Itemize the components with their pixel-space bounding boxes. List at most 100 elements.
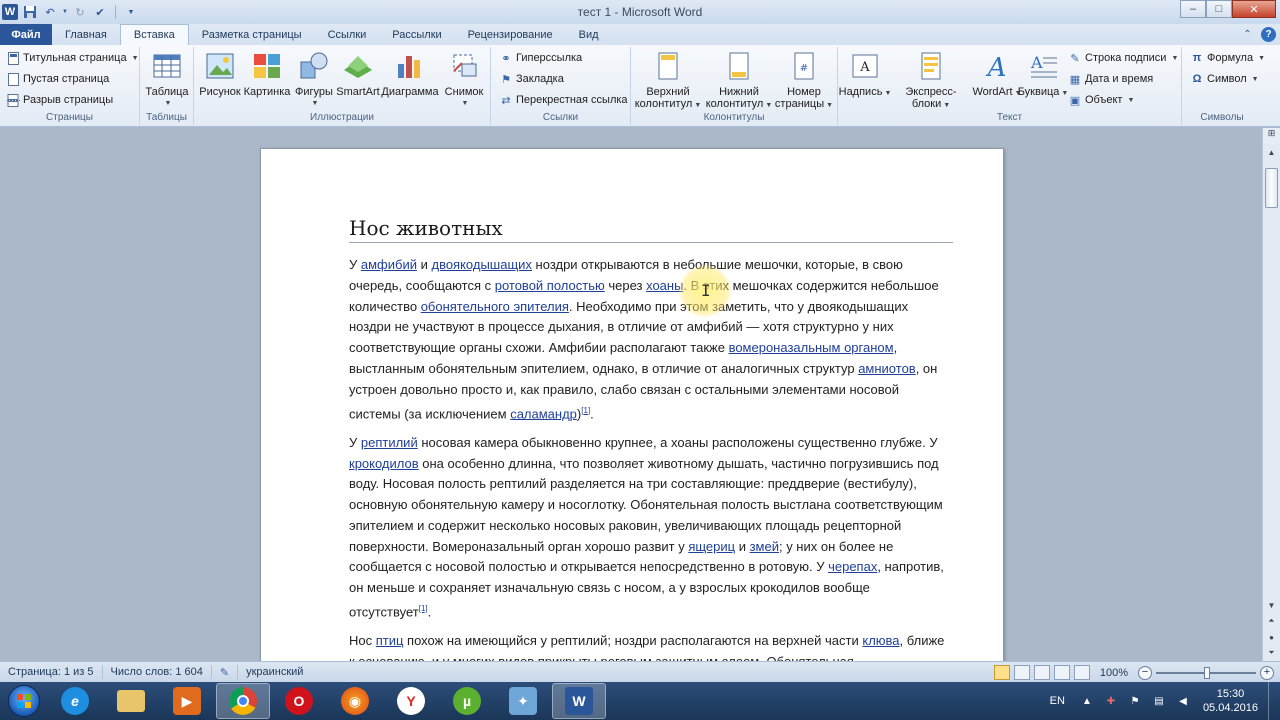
signature-line-button[interactable]: ✎ Строка подписи ▼ bbox=[1068, 49, 1178, 67]
hyperlink[interactable]: змей bbox=[750, 539, 779, 554]
blank-page-button[interactable]: Пустая страница bbox=[6, 70, 109, 88]
vertical-scrollbar[interactable]: ▲ ▼ ⏶ ● ⏷ bbox=[1262, 144, 1280, 661]
print-layout-view-icon[interactable] bbox=[993, 665, 1010, 680]
object-button[interactable]: ▣ Объект ▼ bbox=[1068, 91, 1135, 109]
help-icon[interactable]: ? bbox=[1261, 27, 1276, 42]
maximize-button[interactable]: □ bbox=[1206, 0, 1232, 18]
customize-qat-icon[interactable]: ▼ bbox=[123, 4, 139, 20]
tab-insert[interactable]: Вставка bbox=[119, 24, 189, 45]
hyperlink[interactable]: саламандр bbox=[510, 406, 577, 421]
status-language[interactable]: украинский bbox=[238, 665, 311, 679]
minimize-ribbon-icon[interactable]: ⌃ bbox=[1240, 27, 1255, 42]
textbox-button[interactable]: A Надпись ▼ bbox=[839, 50, 891, 100]
document-workspace[interactable]: Нос животных У амфибий и двоякодышащих н… bbox=[0, 128, 1262, 661]
text-run[interactable]: У bbox=[349, 435, 361, 450]
date-time-button[interactable]: ▦ Дата и время bbox=[1068, 70, 1153, 88]
hyperlink[interactable]: птиц bbox=[376, 633, 404, 648]
paragraph[interactable]: У рептилий носовая камера обыкновенно кр… bbox=[349, 433, 953, 624]
hyperlink[interactable]: клюва bbox=[862, 633, 899, 648]
footer-button[interactable]: Нижний колонтитул ▼ bbox=[703, 50, 775, 112]
undo-dropdown-icon[interactable]: ▼ bbox=[62, 4, 68, 20]
tab-review[interactable]: Рецензирование bbox=[455, 24, 566, 45]
taskbar-opera[interactable]: O bbox=[272, 683, 326, 719]
hyperlink[interactable]: крокодилов bbox=[349, 456, 419, 471]
draft-view-icon[interactable] bbox=[1073, 665, 1090, 680]
previous-page-icon[interactable]: ⏶ bbox=[1263, 613, 1280, 629]
screenshot-button[interactable]: Снимок ▼ bbox=[442, 50, 486, 110]
scroll-up-arrow-icon[interactable]: ▲ bbox=[1263, 144, 1280, 160]
tab-mailings[interactable]: Рассылки bbox=[379, 24, 454, 45]
text-run[interactable]: У bbox=[349, 257, 361, 272]
document-body[interactable]: У амфибий и двоякодышащих ноздри открыва… bbox=[349, 255, 953, 661]
symbol-button[interactable]: Ω Символ ▼ bbox=[1190, 70, 1259, 88]
taskbar-yandex-browser[interactable]: Y bbox=[384, 683, 438, 719]
full-screen-reading-view-icon[interactable] bbox=[1013, 665, 1030, 680]
scroll-down-arrow-icon[interactable]: ▼ bbox=[1263, 597, 1280, 613]
text-run[interactable]: и bbox=[417, 257, 432, 272]
hyperlink[interactable]: ящериц bbox=[688, 539, 735, 554]
hyperlink-button[interactable]: ⚭ Гиперссылка bbox=[499, 49, 582, 67]
close-button[interactable]: ✕ bbox=[1232, 0, 1276, 18]
zoom-slider-knob[interactable] bbox=[1204, 666, 1210, 679]
zoom-slider[interactable] bbox=[1156, 666, 1256, 679]
outline-view-icon[interactable] bbox=[1053, 665, 1070, 680]
document-page[interactable]: Нос животных У амфибий и двоякодышащих н… bbox=[260, 148, 1004, 661]
text-run[interactable]: Нос bbox=[349, 633, 376, 648]
zoom-level[interactable]: 100% bbox=[1100, 667, 1128, 679]
web-layout-view-icon[interactable] bbox=[1033, 665, 1050, 680]
next-page-icon[interactable]: ⏷ bbox=[1263, 645, 1280, 661]
status-word-count[interactable]: Число слов: 1 604 bbox=[103, 665, 212, 679]
title-page-button[interactable]: Титульная страница ▼ bbox=[6, 49, 139, 67]
zoom-in-icon[interactable]: + bbox=[1260, 665, 1274, 680]
hyperlink[interactable]: обонятельного эпителия bbox=[421, 299, 569, 314]
equation-button[interactable]: π Формула ▼ bbox=[1190, 49, 1265, 67]
text-run[interactable]: похож на имеющийся у рептилий; ноздри ра… bbox=[403, 633, 862, 648]
word-app-icon[interactable]: W bbox=[2, 4, 18, 20]
paragraph[interactable]: У амфибий и двоякодышащих ноздри открыва… bbox=[349, 255, 953, 425]
show-desktop-button[interactable] bbox=[1268, 682, 1280, 720]
hyperlink[interactable]: амниотов bbox=[858, 361, 916, 376]
hyperlink[interactable]: ротовой полостью bbox=[495, 278, 605, 293]
wordart-button[interactable]: A WordArt ▼ bbox=[972, 50, 1021, 100]
proofing-icon[interactable]: ✎ bbox=[212, 665, 239, 679]
page-content[interactable]: Нос животных У амфибий и двоякодышащих н… bbox=[349, 216, 953, 661]
taskbar-firefox[interactable]: ◉ bbox=[328, 683, 382, 719]
input-language[interactable]: EN bbox=[1050, 695, 1065, 707]
shapes-button[interactable]: Фигуры ▼ bbox=[294, 50, 334, 110]
ruler-toggle-icon[interactable]: ⊞ bbox=[1262, 128, 1280, 144]
taskbar-file-explorer[interactable] bbox=[104, 683, 158, 719]
taskbar-utorrent[interactable]: µ bbox=[440, 683, 494, 719]
hyperlink[interactable]: хоаны bbox=[646, 278, 683, 293]
page-break-button[interactable]: Разрыв страницы bbox=[6, 91, 113, 109]
table-button[interactable]: Таблица ▼ bbox=[144, 50, 190, 110]
taskbar-chrome[interactable] bbox=[216, 683, 270, 719]
text-run[interactable]: носовая камера обыкновенно крупнее, а хо… bbox=[418, 435, 937, 450]
browse-object-icon[interactable]: ● bbox=[1263, 629, 1280, 645]
save-icon[interactable] bbox=[22, 4, 38, 20]
text-run[interactable]: через bbox=[605, 278, 646, 293]
hyperlink[interactable]: амфибий bbox=[361, 257, 417, 272]
volume-icon[interactable]: ◀ bbox=[1175, 693, 1191, 709]
smartart-button[interactable]: SmartArt bbox=[335, 50, 381, 98]
taskbar-media-player[interactable]: ▶ bbox=[160, 683, 214, 719]
hyperlink[interactable]: рептилий bbox=[361, 435, 418, 450]
action-center-flag-icon[interactable]: ⚑ bbox=[1127, 693, 1143, 709]
bookmark-button[interactable]: ⚑ Закладка bbox=[499, 70, 564, 88]
clipart-button[interactable]: Картинка bbox=[242, 50, 292, 98]
paragraph[interactable]: Нос птиц похож на имеющийся у рептилий; … bbox=[349, 631, 953, 661]
footnote-reference[interactable]: [1] bbox=[581, 406, 590, 415]
hyperlink[interactable]: двоякодышащих bbox=[431, 257, 531, 272]
page-number-button[interactable]: # Номер страницы ▼ bbox=[773, 50, 835, 112]
taskbar-network-app[interactable]: ✦ bbox=[496, 683, 550, 719]
hyperlink[interactable]: вомероназальным органом bbox=[729, 340, 894, 355]
crossref-button[interactable]: ⇄ Перекрестная ссылка bbox=[499, 91, 627, 109]
status-page-count[interactable]: Страница: 1 из 5 bbox=[0, 665, 103, 679]
zoom-out-icon[interactable]: − bbox=[1138, 665, 1152, 680]
text-run[interactable]: . bbox=[590, 406, 594, 421]
tab-home[interactable]: Главная bbox=[52, 24, 120, 45]
clock[interactable]: 15:30 05.04.2016 bbox=[1203, 687, 1258, 715]
tray-app-icon[interactable]: ✚ bbox=[1103, 693, 1119, 709]
tab-page-layout[interactable]: Разметка страницы bbox=[189, 24, 315, 45]
dropcap-button[interactable]: A Буквица ▼ bbox=[1018, 50, 1069, 100]
quickparts-button[interactable]: Экспресс-блоки ▼ bbox=[890, 50, 972, 112]
